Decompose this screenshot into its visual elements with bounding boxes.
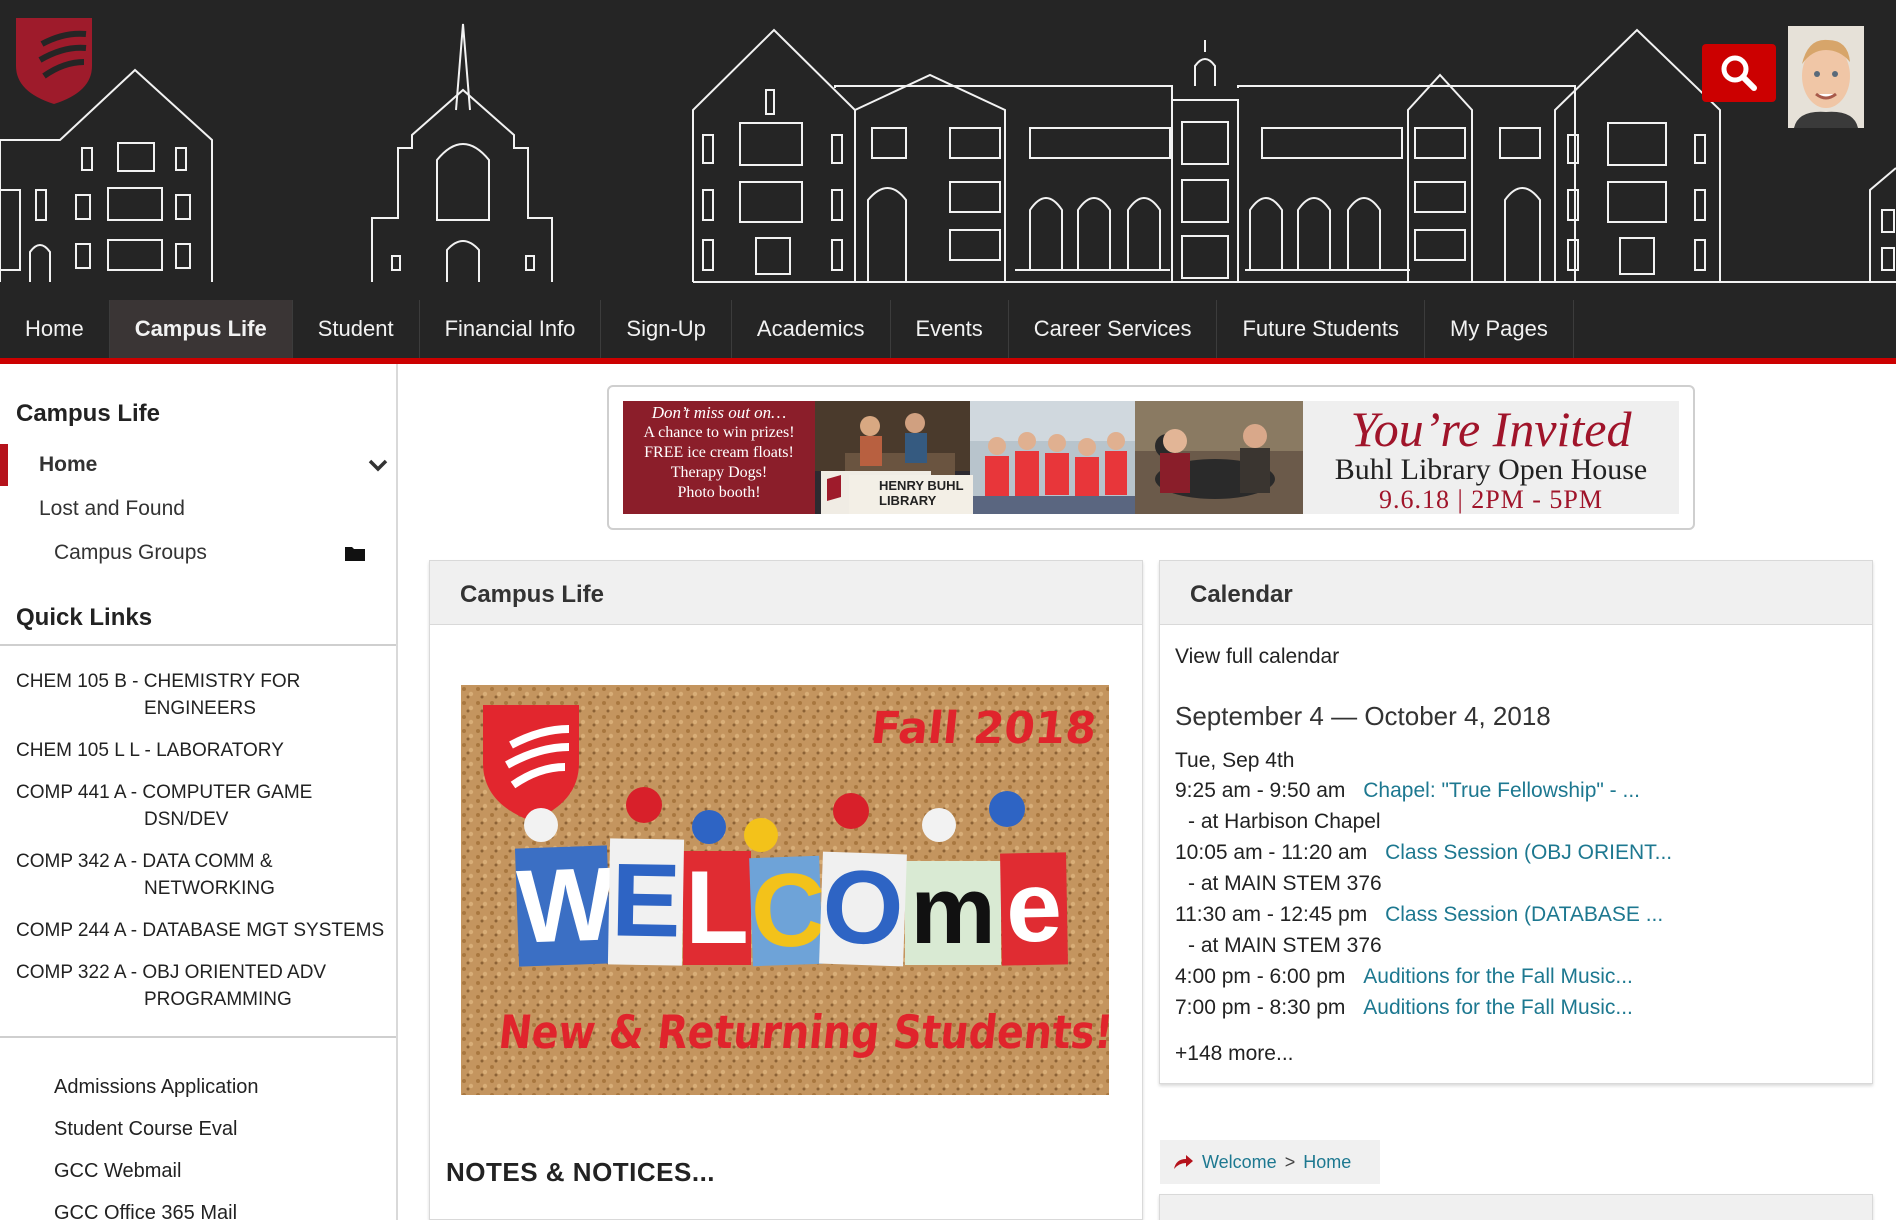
course-name: COMPUTER GAME DSN/DEV (142, 782, 313, 830)
event-title-link[interactable]: Auditions for the Fall Music... (1363, 965, 1633, 988)
course-code: COMP 441 A - (16, 782, 138, 803)
event-time: 9:25 am - 9:50 am (1175, 779, 1346, 802)
link-admissions-application[interactable]: Admissions Application (54, 1076, 259, 1099)
quick-links-title: Quick Links (16, 604, 153, 631)
view-full-calendar-link[interactable]: View full calendar (1175, 645, 1339, 669)
sidebar-item-lost-and-found[interactable]: Lost and Found (0, 488, 396, 530)
nav-item-future-students[interactable]: Future Students (1217, 300, 1426, 358)
calendar-event: 11:30 am - 12:45 pm Class Session (DATAB… (1175, 903, 1663, 927)
event-time: 4:00 pm - 6:00 pm (1175, 965, 1346, 988)
course-code: COMP 322 A - (16, 962, 138, 983)
course-name: CHEMISTRY FOR ENGINEERS (143, 671, 301, 719)
event-title-link[interactable]: Class Session (DATABASE ... (1385, 903, 1663, 926)
nav-item-my-pages[interactable]: My Pages (1425, 300, 1574, 358)
sidebar-item-campus-groups[interactable]: Campus Groups (0, 532, 396, 574)
nav-item-student[interactable]: Student (293, 300, 420, 358)
quick-link-course[interactable]: COMP 441 A - COMPUTER GAME DSN/DEV (16, 779, 396, 833)
welcome-footer: New & Returning Students! (496, 1005, 1109, 1059)
nav-item-campus-life[interactable]: Campus Life (109, 300, 293, 358)
sidebar: Campus Life Home Lost and Found Campus G… (0, 364, 398, 1220)
calendar-panel: Calendar View full calendar September 4 … (1159, 560, 1873, 1084)
event-title-link[interactable]: Auditions for the Fall Music... (1363, 996, 1633, 1019)
avatar[interactable] (1788, 26, 1864, 128)
sidebar-item-label: Campus Groups (54, 541, 207, 564)
event-time: 10:05 am - 11:20 am (1175, 841, 1368, 864)
nav-item-career-services[interactable]: Career Services (1009, 300, 1218, 358)
course-code: CHEM 105 L L - (16, 740, 151, 761)
breadcrumb-link-home[interactable]: Home (1303, 1152, 1351, 1173)
breadcrumb-link-welcome[interactable]: Welcome (1202, 1152, 1277, 1173)
campus-skyline-illustration (0, 23, 1896, 283)
calendar-event: 4:00 pm - 6:00 pm Auditions for the Fall… (1175, 965, 1633, 989)
next-panel (1159, 1194, 1873, 1220)
quick-link-course[interactable]: COMP 342 A - DATA COMM & NETWORKING (16, 848, 396, 902)
course-name: DATA COMM & NETWORKING (142, 851, 275, 899)
calendar-event: 9:25 am - 9:50 am Chapel: "True Fellowsh… (1175, 779, 1640, 803)
banner-promo-text: Don’t miss out on… A chance to win prize… (623, 401, 815, 514)
divider (0, 1036, 396, 1038)
notes-heading: NOTES & NOTICES... (446, 1157, 716, 1187)
shield-logo-icon[interactable] (14, 16, 94, 106)
campus-life-panel: Campus Life Fall 2018 W E L C O m e New … (429, 560, 1143, 1220)
library-sign: HENRY BUHL LIBRARY (849, 475, 973, 514)
course-code: CHEM 105 B - (16, 671, 139, 692)
quick-link-course[interactable]: CHEM 105 B - CHEMISTRY FOR ENGINEERS (16, 668, 396, 722)
event-location: - at Harbison Chapel (1188, 810, 1381, 833)
quick-link-course[interactable]: COMP 322 A - OBJ ORIENTED ADV PROGRAMMIN… (16, 959, 396, 1013)
quick-link-course[interactable]: COMP 244 A - DATABASE MGT SYSTEMS (16, 917, 396, 944)
search-icon (1721, 55, 1757, 91)
more-events-link[interactable]: +148 more... (1175, 1042, 1293, 1066)
link-student-course-eval[interactable]: Student Course Eval (54, 1118, 237, 1141)
event-location: - at MAIN STEM 376 (1188, 872, 1382, 895)
chevron-down-icon[interactable] (368, 458, 388, 472)
event-time: 11:30 am - 12:45 pm (1175, 903, 1368, 926)
sidebar-section-title: Campus Life (16, 400, 161, 427)
quick-link-course[interactable]: CHEM 105 L L - LABORATORY (16, 737, 396, 764)
calendar-day-link[interactable]: Tue, Sep 4th (1175, 749, 1294, 773)
breadcrumb: Welcome > Home (1160, 1140, 1380, 1184)
invite-subtitle: Buhl Library Open House (1334, 453, 1648, 486)
course-code: COMP 244 A - (16, 920, 138, 941)
event-title-link[interactable]: Chapel: "True Fellowship" - ... (1363, 779, 1640, 802)
open-house-banner[interactable]: Don’t miss out on… A chance to win prize… (607, 385, 1695, 530)
breadcrumb-separator: > (1284, 1151, 1296, 1172)
course-name: LABORATORY (156, 740, 284, 761)
search-button[interactable] (1702, 44, 1776, 102)
banner-invitation: You’re Invited Buhl Library Open House 9… (1303, 401, 1679, 514)
invite-when: 9.6.18 | 2PM - 5PM (1378, 485, 1604, 514)
nav-item-academics[interactable]: Academics (732, 300, 891, 358)
nav-item-events[interactable]: Events (891, 300, 1009, 358)
calendar-event: 7:00 pm - 8:30 pm Auditions for the Fall… (1175, 996, 1633, 1020)
main-nav: Home Campus Life Student Financial Info … (0, 300, 1896, 358)
breadcrumb-arrow-icon (1174, 1155, 1193, 1169)
link-gcc-office-365-mail[interactable]: GCC Office 365 Mail (54, 1202, 237, 1220)
panel-title: Campus Life (430, 561, 1142, 625)
event-location: - at MAIN STEM 376 (1188, 934, 1382, 957)
welcome-image: Fall 2018 W E L C O m e New & Returning … (461, 685, 1109, 1095)
sidebar-item-home[interactable]: Home (0, 444, 396, 486)
panel-title: Calendar (1160, 561, 1872, 625)
site-header (0, 0, 1896, 300)
link-gcc-webmail[interactable]: GCC Webmail (54, 1160, 181, 1183)
event-title-link[interactable]: Class Session (OBJ ORIENT... (1385, 841, 1672, 864)
event-time: 7:00 pm - 8:30 pm (1175, 996, 1346, 1019)
invite-title: You’re Invited (1350, 401, 1632, 457)
course-code: COMP 342 A - (16, 851, 138, 872)
nav-item-financial-info[interactable]: Financial Info (420, 300, 602, 358)
sidebar-item-label: Home (39, 453, 98, 476)
divider (0, 644, 396, 646)
nav-item-home[interactable]: Home (0, 300, 110, 358)
calendar-event: 10:05 am - 11:20 am Class Session (OBJ O… (1175, 841, 1672, 865)
course-name: OBJ ORIENTED ADV PROGRAMMING (142, 962, 327, 1010)
sidebar-item-label: Lost and Found (39, 497, 185, 520)
folder-icon (345, 547, 365, 561)
course-name: DATABASE MGT SYSTEMS (142, 920, 385, 941)
nav-item-sign-up[interactable]: Sign-Up (601, 300, 732, 358)
calendar-range: September 4 — October 4, 2018 (1175, 701, 1551, 731)
